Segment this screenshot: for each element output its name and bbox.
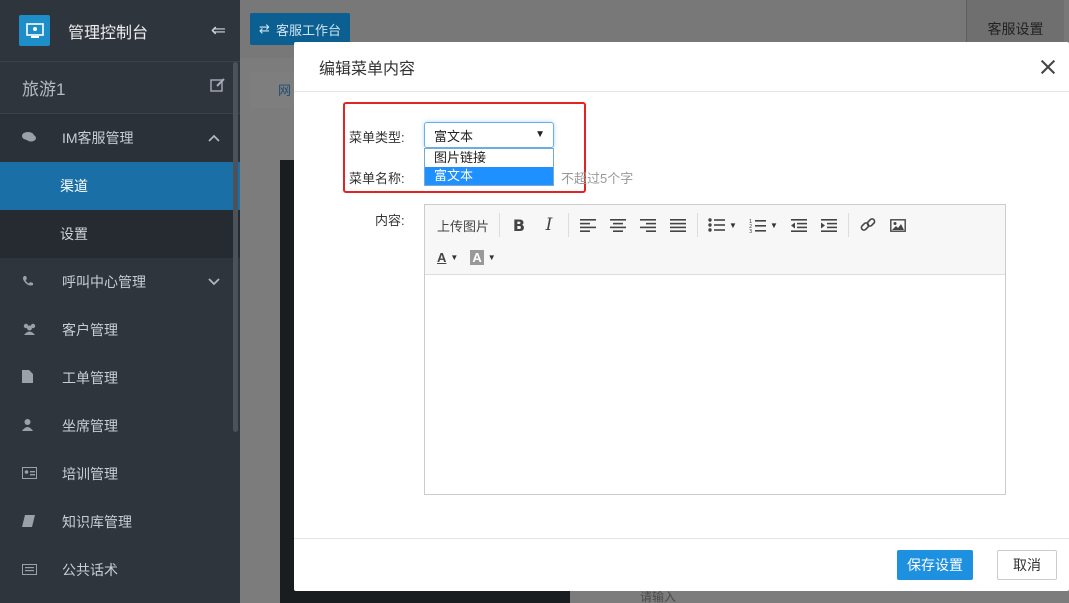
sidebar-item-label: 知识库管理 bbox=[62, 514, 132, 530]
caret-down-icon: ▼ bbox=[450, 252, 459, 262]
edit-icon[interactable] bbox=[210, 77, 226, 98]
chat-icon bbox=[0, 130, 62, 146]
sidebar-item-customers[interactable]: 客户管理 bbox=[0, 306, 240, 354]
toolbar-divider bbox=[568, 213, 570, 237]
sidebar-scrollbar[interactable] bbox=[233, 62, 238, 432]
toolbar-divider bbox=[499, 213, 501, 237]
collapse-sidebar-icon[interactable]: ⇐ bbox=[211, 20, 226, 41]
save-button[interactable]: 保存设置 bbox=[897, 550, 973, 580]
chevron-down-icon bbox=[208, 275, 220, 289]
menu-type-select[interactable]: 富文本 ▼ bbox=[424, 122, 554, 148]
sidebar-item-settings[interactable]: 设置 bbox=[0, 210, 240, 258]
toolbar-divider bbox=[697, 213, 699, 237]
caret-down-icon: ▼ bbox=[535, 129, 545, 140]
sidebar-item-label: 呼叫中心管理 bbox=[62, 274, 146, 290]
app-title: 管理控制台 bbox=[68, 24, 149, 42]
chevron-up-icon bbox=[208, 131, 220, 145]
outdent-icon[interactable] bbox=[784, 210, 814, 240]
users-icon bbox=[0, 322, 62, 338]
sidebar-header: 管理控制台 ⇐ bbox=[0, 0, 240, 62]
menu-name-hint: 不超过5个字 bbox=[561, 171, 634, 186]
italic-button[interactable]: I bbox=[534, 210, 564, 240]
editor-content-area[interactable] bbox=[425, 275, 1005, 494]
image-icon[interactable] bbox=[883, 210, 913, 240]
sidebar-item-scripts[interactable]: 公共话术 bbox=[0, 546, 240, 594]
sidebar-item-label: 培训管理 bbox=[62, 466, 118, 482]
phone-icon bbox=[0, 274, 62, 290]
sidebar-item-agents[interactable]: 坐席管理 bbox=[0, 402, 240, 450]
tenant-name: 旅游1 bbox=[22, 80, 66, 99]
workbench-button[interactable]: ⇄ 客服工作台 bbox=[250, 13, 350, 45]
menu-type-label: 菜单类型: bbox=[349, 130, 405, 145]
indent-icon[interactable] bbox=[814, 210, 844, 240]
bullet-list-icon[interactable]: ▼ bbox=[702, 210, 743, 240]
font-color-icon: A bbox=[437, 249, 447, 265]
sidebar-item-im[interactable]: IM客服管理 bbox=[0, 114, 240, 162]
toolbar-divider bbox=[847, 213, 849, 237]
caret-down-icon: ▼ bbox=[769, 220, 778, 230]
modal-header: 编辑菜单内容 bbox=[294, 42, 1069, 92]
caret-down-icon: ▼ bbox=[487, 252, 496, 262]
upload-image-button[interactable]: 上传图片 bbox=[431, 210, 495, 240]
sidebar-item-callcenter[interactable]: 呼叫中心管理 bbox=[0, 258, 240, 306]
sidebar-item-label: 公共话术 bbox=[62, 562, 118, 578]
sidebar: 管理控制台 ⇐ 旅游1 IM客服管理 渠道 设置 呼叫中心管理 客户管理 工单管… bbox=[0, 0, 240, 603]
align-right-icon[interactable] bbox=[633, 210, 663, 240]
menu-type-dropdown: 图片链接 富文本 bbox=[424, 148, 554, 186]
link-icon[interactable] bbox=[853, 210, 883, 240]
switch-icon: ⇄ bbox=[259, 21, 270, 36]
align-justify-icon[interactable] bbox=[663, 210, 693, 240]
bg-color-icon: A bbox=[470, 249, 484, 265]
sidebar-item-channel[interactable]: 渠道 bbox=[0, 162, 240, 210]
rich-text-editor: 上传图片 B I ▼ 1 2 3 ▼ A ▼ A ▼ bbox=[424, 204, 1006, 495]
user-icon bbox=[0, 418, 62, 434]
svg-text:3: 3 bbox=[749, 229, 752, 233]
sidebar-item-label: 坐席管理 bbox=[62, 418, 118, 434]
modal-title: 编辑菜单内容 bbox=[319, 60, 416, 78]
book-icon bbox=[0, 514, 62, 530]
sidebar-item-label: IM客服管理 bbox=[62, 130, 134, 146]
menu-type-value: 富文本 bbox=[434, 128, 474, 144]
edit-menu-modal: 编辑菜单内容 菜单类型: 富文本 ▼ 图片链接 富文本 菜单名称: 不超过5个字… bbox=[294, 42, 1069, 591]
bold-button[interactable]: B bbox=[504, 210, 534, 240]
bg-color-button[interactable]: A ▼ bbox=[464, 242, 501, 272]
sidebar-item-label: 客户管理 bbox=[62, 322, 118, 338]
editor-toolbar: 上传图片 B I ▼ 1 2 3 ▼ A ▼ A ▼ bbox=[425, 205, 1005, 275]
modal-footer: 保存设置 取消 bbox=[294, 538, 1069, 591]
keyboard-icon bbox=[0, 562, 62, 578]
file-icon bbox=[0, 370, 62, 386]
cancel-button[interactable]: 取消 bbox=[997, 550, 1057, 580]
sidebar-item-label: 工单管理 bbox=[62, 370, 118, 386]
caret-down-icon: ▼ bbox=[729, 220, 737, 230]
sidebar-item-knowledge[interactable]: 知识库管理 bbox=[0, 498, 240, 546]
tenant-row: 旅游1 bbox=[0, 62, 240, 114]
align-left-icon[interactable] bbox=[573, 210, 603, 240]
id-card-icon bbox=[0, 466, 62, 482]
content-label: 内容: bbox=[375, 213, 405, 228]
sidebar-item-tickets[interactable]: 工单管理 bbox=[0, 354, 240, 402]
numbered-list-icon[interactable]: 123 ▼ bbox=[743, 210, 784, 240]
sidebar-item-label: 渠道 bbox=[60, 178, 88, 194]
sidebar-item-training[interactable]: 培训管理 bbox=[0, 450, 240, 498]
font-color-button[interactable]: A ▼ bbox=[431, 242, 464, 272]
workbench-label: 客服工作台 bbox=[275, 22, 341, 38]
sidebar-item-label: 设置 bbox=[60, 226, 88, 242]
align-center-icon[interactable] bbox=[603, 210, 633, 240]
dropdown-option-rich-text[interactable]: 富文本 bbox=[425, 167, 553, 185]
dropdown-option-image-link[interactable]: 图片链接 bbox=[425, 149, 553, 167]
close-icon[interactable] bbox=[1041, 60, 1055, 74]
menu-name-label: 菜单名称: bbox=[349, 171, 405, 186]
monitor-icon bbox=[19, 15, 50, 46]
